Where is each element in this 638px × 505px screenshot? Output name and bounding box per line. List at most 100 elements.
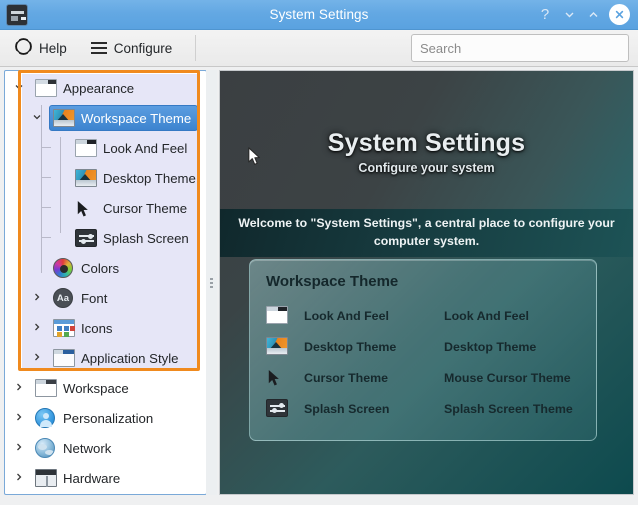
minimize-icon[interactable]: [558, 4, 580, 26]
splash-screen-icon: [266, 398, 290, 419]
sidebar-item-look-and-feel[interactable]: Look And Feel: [5, 133, 206, 163]
workspace-theme-card: Workspace Theme Look And Feel Look And Fe…: [249, 259, 597, 441]
splash-screen-icon: [266, 398, 288, 417]
sidebar-item-label: Network: [63, 440, 112, 456]
chevron-down-icon[interactable]: [13, 82, 25, 94]
card-row-description: Mouse Cursor Theme: [444, 370, 571, 385]
card-row[interactable]: Splash Screen Splash Screen Theme: [266, 393, 580, 424]
window-icon: [35, 79, 57, 97]
font-icon: Aa: [53, 288, 73, 308]
sidebar-item-cursor-theme[interactable]: Cursor Theme: [5, 193, 206, 223]
sidebar-item-label: Hardware: [63, 470, 121, 486]
hardware-icon: [35, 469, 57, 487]
help-button-label: Help: [39, 40, 67, 56]
sidebar-item-workspace[interactable]: Workspace: [5, 373, 206, 403]
sidebar-item-label: Cursor Theme: [103, 200, 188, 216]
system-settings-icon: [6, 3, 28, 26]
globe-icon: [35, 438, 55, 458]
sidebar-item-desktop-theme[interactable]: Desktop Theme: [5, 163, 206, 193]
configure-button[interactable]: Configure: [82, 33, 182, 63]
workspace-theme-card-rows: Look And Feel Look And Feel Desktop Theme D…: [266, 300, 580, 424]
sidebar-item-splash-screen[interactable]: Splash Screen: [5, 223, 206, 253]
help-button[interactable]: Help: [6, 33, 76, 63]
tree-guide: [41, 177, 51, 178]
desktop-theme-icon: [266, 336, 288, 355]
person-icon: [35, 408, 55, 428]
look-and-feel-icon: [75, 139, 97, 157]
sidebar-item-application-style[interactable]: Application Style: [5, 343, 206, 373]
sidebar-item-network[interactable]: Network: [5, 433, 206, 463]
chevron-right-icon[interactable]: [31, 292, 43, 304]
card-row-description: Desktop Theme: [444, 339, 537, 354]
desktop-theme-icon: [266, 336, 290, 357]
cursor-icon: [266, 368, 288, 386]
application-style-icon: [53, 349, 75, 367]
card-row-description: Splash Screen Theme: [444, 401, 573, 416]
card-row[interactable]: Look And Feel Look And Feel: [266, 300, 580, 331]
toolbar: Help Configure: [0, 30, 638, 67]
sidebar-item-label: Splash Screen: [103, 230, 189, 246]
tree-guide: [41, 147, 51, 148]
chevron-right-icon[interactable]: [13, 412, 25, 424]
splash-screen-icon: [75, 229, 97, 247]
configure-button-label: Configure: [113, 40, 173, 56]
chevron-right-icon[interactable]: [31, 322, 43, 334]
hero-title: System Settings: [327, 129, 526, 157]
splitter-handle-icon: [210, 276, 213, 290]
sidebar-item-label: Appearance: [63, 80, 135, 96]
color-wheel-icon: [53, 258, 73, 278]
card-row-name: Look And Feel: [304, 308, 389, 323]
card-row-name: Cursor Theme: [304, 370, 388, 385]
sidebar-item-label: Personalization: [63, 410, 154, 426]
hero-subtitle: Configure your system: [358, 161, 495, 175]
welcome-text: Welcome to "System Settings", a central …: [220, 209, 633, 257]
panel-splitter[interactable]: [206, 70, 217, 495]
search-box[interactable]: [411, 34, 629, 62]
look-and-feel-icon: [266, 305, 290, 326]
tree-guide: [41, 237, 51, 238]
sidebar-item-personalization[interactable]: Personalization: [5, 403, 206, 433]
search-input[interactable]: [420, 40, 620, 56]
sidebar-item-icons[interactable]: Icons: [5, 313, 206, 343]
chevron-right-icon[interactable]: [13, 442, 25, 454]
sidebar-item-label: Workspace Theme: [81, 110, 192, 126]
close-icon[interactable]: [609, 4, 630, 25]
main-panel: System Settings Configure your system We…: [219, 70, 634, 495]
hero-banner: System Settings Configure your system: [220, 71, 633, 209]
settings-sidebar[interactable]: Appearance Workspace Theme Look And Feel De…: [4, 70, 207, 495]
chevron-right-icon[interactable]: [13, 472, 25, 484]
tree-guide: [60, 137, 61, 233]
icons-icon: [53, 319, 75, 337]
sidebar-item-label: Colors: [81, 260, 120, 276]
look-and-feel-icon: [266, 305, 288, 324]
sidebar-item-appearance[interactable]: Appearance: [5, 73, 206, 103]
workspace-icon: [35, 379, 57, 397]
hamburger-icon: [90, 42, 107, 54]
sidebar-item-label: Icons: [81, 320, 113, 336]
sidebar-item-label: Application Style: [81, 350, 179, 366]
sidebar-item-label: Font: [81, 290, 108, 306]
window-controls: ?: [534, 4, 638, 26]
tree-guide: [41, 105, 42, 273]
maximize-icon[interactable]: [582, 4, 604, 26]
title-bar[interactable]: System Settings ?: [0, 0, 638, 30]
sidebar-item-workspace-theme[interactable]: Workspace Theme: [5, 103, 206, 133]
sidebar-item-label: Workspace: [63, 380, 129, 396]
settings-tree[interactable]: Appearance Workspace Theme Look And Feel De…: [5, 71, 206, 493]
sidebar-item-label: Look And Feel: [103, 140, 188, 156]
sidebar-item-font[interactable]: Aa Font: [5, 283, 206, 313]
desktop-theme-icon: [53, 109, 75, 127]
workspace-theme-card-title: Workspace Theme: [266, 273, 399, 290]
chevron-right-icon[interactable]: [13, 382, 25, 394]
toolbar-separator: [195, 35, 197, 61]
sidebar-item-hardware[interactable]: Hardware: [5, 463, 206, 493]
desktop-theme-icon: [75, 169, 97, 187]
cursor-icon: [75, 199, 97, 217]
card-row-description: Look And Feel: [444, 308, 529, 323]
sidebar-item-colors[interactable]: Colors: [5, 253, 206, 283]
cursor-icon: [266, 368, 290, 388]
card-row[interactable]: Desktop Theme Desktop Theme: [266, 331, 580, 362]
card-row[interactable]: Cursor Theme Mouse Cursor Theme: [266, 362, 580, 393]
help-window-button[interactable]: ?: [534, 4, 556, 26]
chevron-right-icon[interactable]: [31, 352, 43, 364]
